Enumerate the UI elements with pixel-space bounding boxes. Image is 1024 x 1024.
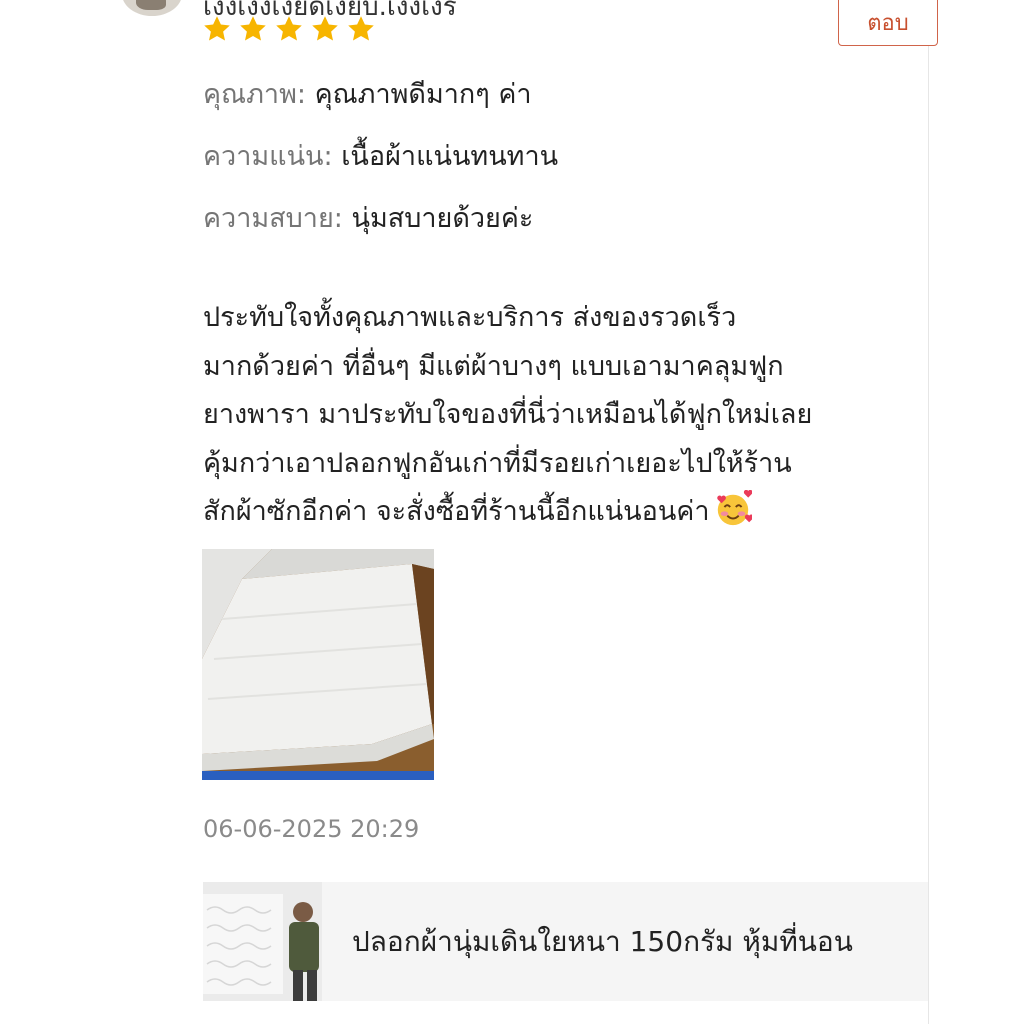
attribute-value: นุ่มสบายด้วยค่ะ <box>351 203 534 234</box>
attribute-firmness: ความแน่น: เนื้อผ้าแน่นทนทาน <box>203 138 558 176</box>
review-panel: เง็งเง็งเงียดเงียบ.เงงเงิร ตอบ คุณภาพ: ค… <box>0 0 938 1024</box>
rating-stars <box>202 14 376 44</box>
review-photo[interactable] <box>202 549 434 780</box>
attribute-quality: คุณภาพ: คุณภาพดีมากๆ ค่า <box>203 76 532 114</box>
star-icon <box>240 16 266 41</box>
product-thumbnail <box>203 882 322 1001</box>
star-icon <box>348 16 374 41</box>
attribute-value: คุณภาพดีมากๆ ค่า <box>314 79 532 110</box>
attribute-label: คุณภาพ: <box>203 79 306 110</box>
comment-line: ยางพารา มาประทับใจของที่นี่ว่าเหมือนได้ฟ… <box>203 399 813 430</box>
attribute-value: เนื้อผ้าแน่นทนทาน <box>341 141 559 172</box>
review-timestamp: 06-06-2025 20:29 <box>203 815 420 843</box>
attribute-comfort: ความสบาย: นุ่มสบายด้วยค่ะ <box>203 200 533 238</box>
star-icon <box>204 16 230 41</box>
comment-line: สักผ้าซักอีกค่า จะสั่งซื้อที่ร้านนี้อีกแ… <box>203 496 710 527</box>
star-icon <box>276 16 302 41</box>
avatar[interactable] <box>122 0 182 16</box>
comment-line: ประทับใจทั้งคุณภาพและบริการ ส่งของรวดเร็… <box>203 302 737 333</box>
attribute-label: ความแน่น: <box>203 141 333 172</box>
mattress-photo <box>202 549 434 780</box>
reply-button[interactable]: ตอบ <box>838 0 938 46</box>
product-title: ปลอกผ้านุ่มเดินใยหนา 150กรัม หุ้มที่นอน <box>352 924 853 958</box>
product-image <box>203 882 322 1001</box>
star-icon <box>312 16 338 41</box>
product-card[interactable]: ปลอกผ้านุ่มเดินใยหนา 150กรัม หุ้มที่นอน <box>203 882 928 1001</box>
comment-line: มากด้วยค่า ที่อื่นๆ มีแต่ผ้าบางๆ แบบเอาม… <box>203 350 784 382</box>
attribute-label: ความสบาย: <box>203 203 343 234</box>
smiling-face-with-hearts-icon <box>716 490 752 526</box>
comment-line: คุ้มกว่าเอาปลอกฟูกอันเก่าที่มีรอยเก่าเยอ… <box>203 447 792 479</box>
review-comment: ประทับใจทั้งคุณภาพและบริการ ส่งของรวดเร็… <box>203 294 928 537</box>
